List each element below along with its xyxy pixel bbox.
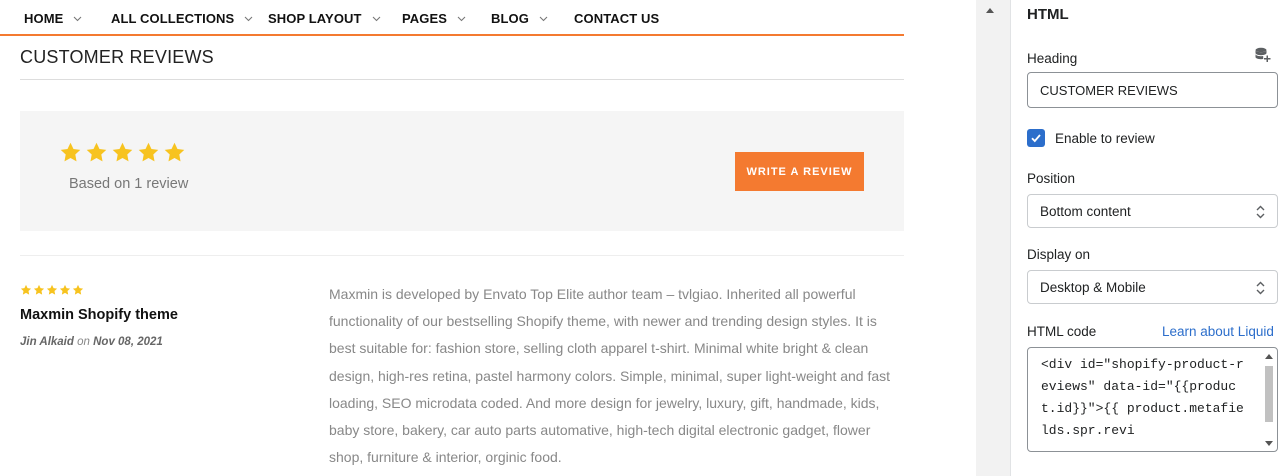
nav-item-pages[interactable]: PAGES — [402, 11, 466, 26]
star-icon — [46, 284, 58, 295]
nav-item-label: CONTACT US — [574, 11, 660, 26]
html-code-editor[interactable]: <div id="shopify-product-reviews" data-i… — [1027, 347, 1278, 452]
chevron-down-icon — [372, 14, 381, 23]
code-scrollbar[interactable] — [1263, 350, 1275, 450]
main-nav: HOME ALL COLLECTIONS SHOP LAYOUT PAGES B… — [0, 0, 904, 36]
star-icon — [33, 284, 45, 295]
preview-scrollbar[interactable] — [976, 0, 1010, 476]
chevron-down-icon — [457, 14, 466, 23]
chevron-down-icon — [73, 14, 82, 23]
reviews-heading: CUSTOMER REVIEWS — [20, 47, 214, 67]
settings-panel: HTML Heading Enable to review Position B… — [1010, 0, 1287, 476]
star-icon — [86, 142, 107, 162]
write-review-button[interactable]: WRITE A REVIEW — [735, 152, 864, 191]
star-icon — [20, 284, 32, 295]
position-select[interactable]: Bottom content — [1027, 194, 1278, 228]
star-icon — [164, 142, 185, 162]
html-code-text[interactable]: <div id="shopify-product-reviews" data-i… — [1041, 354, 1251, 442]
display-select[interactable]: Desktop & Mobile — [1027, 270, 1278, 304]
display-label: Display on — [1027, 247, 1091, 262]
summary-rating — [59, 141, 186, 164]
nav-item-contact-us[interactable]: CONTACT US — [574, 11, 659, 26]
star-icon — [59, 284, 71, 295]
learn-liquid-link[interactable]: Learn about Liquid — [1162, 324, 1274, 339]
scroll-up-icon[interactable] — [986, 8, 994, 13]
display-value: Desktop & Mobile — [1040, 279, 1146, 295]
nav-item-label: HOME — [24, 11, 64, 26]
review-date: Nov 08, 2021 — [93, 336, 163, 348]
scroll-up-icon[interactable] — [1265, 354, 1273, 359]
panel-title: HTML — [1027, 6, 1069, 23]
star-icon — [72, 284, 84, 295]
code-label: HTML code — [1027, 324, 1097, 339]
scroll-down-icon[interactable] — [1265, 441, 1273, 446]
nav-item-label: ALL COLLECTIONS — [111, 11, 235, 26]
nav-item-label: BLOG — [491, 11, 529, 26]
nav-item-shop-layout[interactable]: SHOP LAYOUT — [268, 11, 381, 26]
store-preview: HOME ALL COLLECTIONS SHOP LAYOUT PAGES B… — [0, 0, 976, 476]
select-arrows-icon — [1256, 281, 1265, 295]
review-author: Jin Alkaid — [20, 336, 74, 348]
nav-item-all-collections[interactable]: ALL COLLECTIONS — [111, 11, 253, 26]
star-icon — [112, 142, 133, 162]
enable-review-label: Enable to review — [1055, 130, 1155, 146]
select-arrows-icon — [1256, 205, 1265, 219]
star-icon — [138, 142, 159, 162]
star-icon — [60, 142, 81, 162]
nav-item-label: SHOP LAYOUT — [268, 11, 362, 26]
review-meta: Jin Alkaid on Nov 08, 2021 — [20, 336, 163, 348]
checkbox-checked-icon[interactable] — [1027, 129, 1045, 147]
heading-label: Heading — [1027, 51, 1078, 66]
chevron-down-icon — [539, 14, 548, 23]
scroll-thumb[interactable] — [1265, 366, 1273, 422]
divider — [20, 255, 904, 256]
position-value: Bottom content — [1040, 203, 1131, 219]
review-rating — [20, 284, 84, 296]
review-meta-separator: on — [77, 336, 90, 348]
dynamic-source-icon[interactable] — [1254, 46, 1272, 64]
divider — [20, 79, 904, 80]
review-count: Based on 1 review — [69, 176, 189, 192]
nav-item-blog[interactable]: BLOG — [491, 11, 548, 26]
nav-item-home[interactable]: HOME — [24, 11, 82, 26]
enable-review-toggle[interactable]: Enable to review — [1027, 129, 1155, 147]
review-title: Maxmin Shopify theme — [20, 307, 178, 323]
position-label: Position — [1027, 171, 1076, 186]
nav-item-label: PAGES — [402, 11, 448, 26]
chevron-down-icon — [244, 14, 253, 23]
review-summary: Based on 1 review WRITE A REVIEW — [20, 111, 904, 231]
review-body: Maxmin is developed by Envato Top Elite … — [329, 286, 891, 466]
heading-input[interactable] — [1027, 72, 1278, 108]
